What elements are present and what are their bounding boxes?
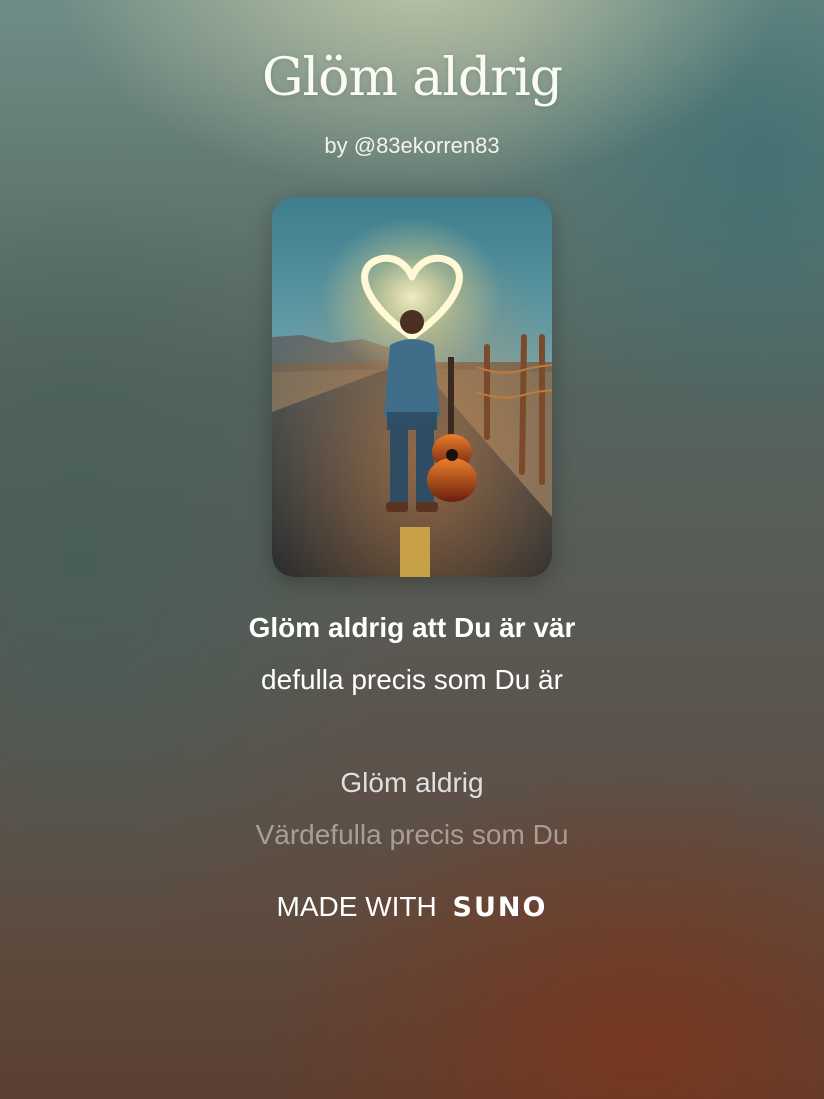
suno-logo: SUNO — [452, 892, 548, 923]
lyric-line-3: Glöm aldrig — [340, 767, 484, 798]
artist-byline: by @83ekorren83 — [324, 133, 500, 158]
cover-art-image — [272, 197, 552, 577]
made-with-label: MADE WITH — [276, 891, 437, 922]
made-with-suno-badge[interactable]: MADE WITH SUNO — [0, 891, 824, 923]
lyric-line-4: Värdefulla precis som Du — [255, 819, 569, 850]
song-title: Glöm aldrig — [261, 48, 563, 108]
cover-art — [272, 197, 552, 577]
lyric-line-2: defulla precis som Du är — [261, 664, 563, 695]
lyric-line-current: Glöm aldrig att Du är vär — [248, 612, 576, 643]
